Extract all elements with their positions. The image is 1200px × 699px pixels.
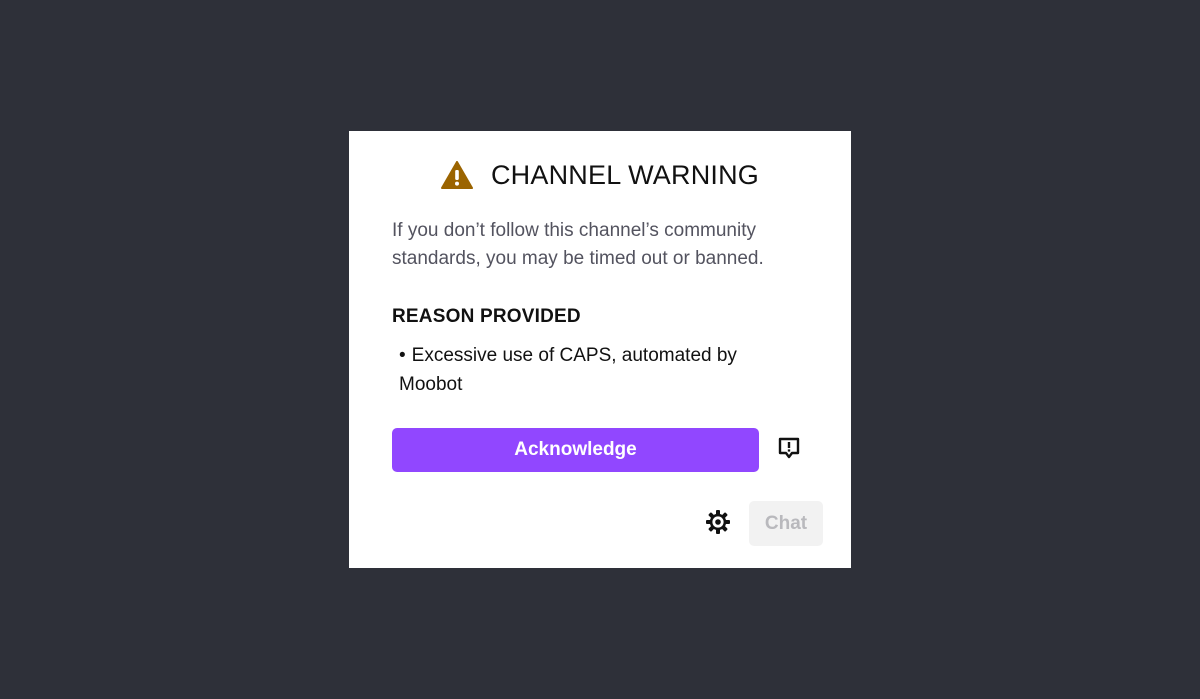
gear-icon	[705, 509, 731, 540]
chat-settings-button[interactable]	[702, 508, 734, 540]
bullet-icon: •	[399, 345, 406, 366]
warning-description: If you don’t follow this channel’s commu…	[392, 220, 764, 269]
report-flag-icon	[777, 436, 801, 465]
chat-button[interactable]: Chat	[749, 501, 823, 546]
modal-header: CHANNEL WARNING	[349, 155, 851, 195]
reason-item: • Excessive use of CAPS, automated by Moo…	[399, 341, 799, 399]
report-button[interactable]	[773, 434, 805, 466]
reason-text: Excessive use of CAPS, automated by Moob…	[399, 345, 737, 395]
reason-list: • Excessive use of CAPS, automated by Moo…	[399, 341, 799, 399]
channel-warning-modal: CHANNEL WARNING If you don’t follow this…	[349, 131, 851, 568]
acknowledge-button[interactable]: Acknowledge	[392, 428, 759, 472]
reason-heading: REASON PROVIDED	[392, 306, 581, 327]
modal-title: CHANNEL WARNING	[490, 159, 760, 190]
warning-triangle-icon	[440, 161, 473, 189]
